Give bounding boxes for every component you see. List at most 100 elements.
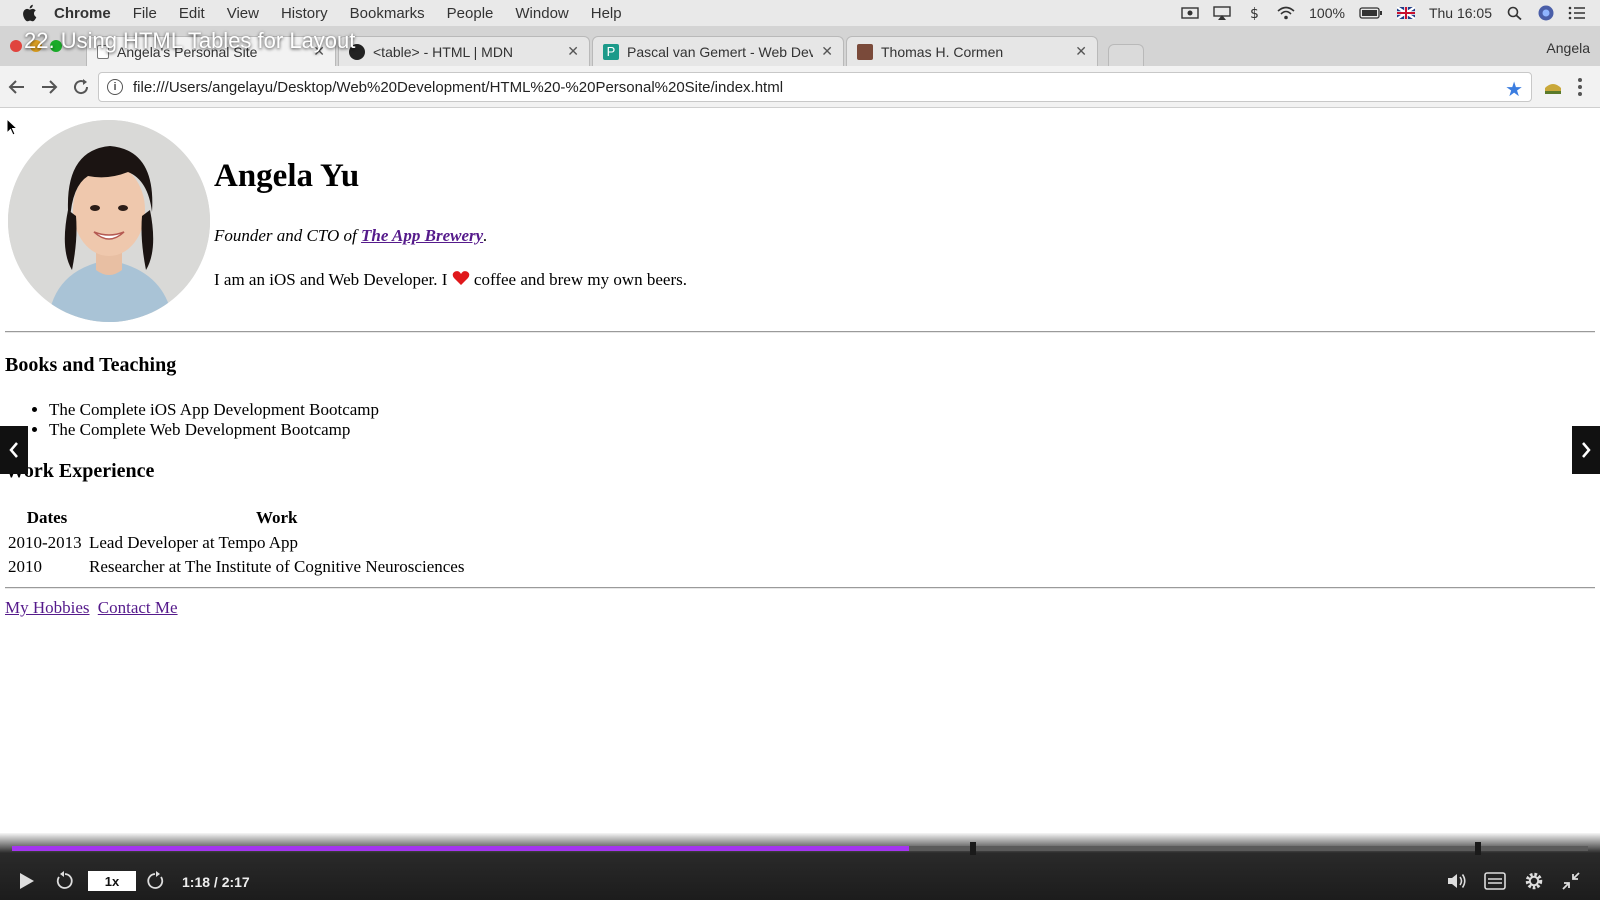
horizontal-rule bbox=[5, 331, 1595, 333]
tab-mdn-table[interactable]: <table> - HTML | MDN ✕ bbox=[338, 36, 590, 66]
video-progress-fill bbox=[12, 846, 909, 851]
dollar-icon[interactable]: $ bbox=[1245, 6, 1263, 20]
menu-bookmarks[interactable]: Bookmarks bbox=[350, 5, 425, 22]
previous-lecture-button[interactable] bbox=[0, 426, 28, 474]
gear-icon bbox=[1525, 872, 1543, 890]
bio-before: I am an iOS and Web Developer. I bbox=[214, 270, 452, 289]
volume-icon bbox=[1448, 874, 1466, 888]
play-button[interactable] bbox=[18, 871, 36, 891]
menu-people[interactable]: People bbox=[447, 5, 494, 22]
menu-history[interactable]: History bbox=[281, 5, 328, 22]
play-icon bbox=[20, 873, 34, 889]
my-hobbies-link[interactable]: My Hobbies bbox=[5, 598, 90, 617]
app-brewery-link[interactable]: The App Brewery bbox=[361, 226, 483, 245]
table-row: 2010-2013 Lead Developer at Tempo App bbox=[8, 532, 464, 554]
battery-percent: 100% bbox=[1309, 5, 1345, 21]
screen-record-icon[interactable] bbox=[1181, 6, 1199, 20]
work-table: Dates Work 2010-2013 Lead Developer at T… bbox=[5, 504, 467, 580]
menu-edit[interactable]: Edit bbox=[179, 5, 205, 22]
menu-view[interactable]: View bbox=[227, 5, 259, 22]
chapter-marker[interactable] bbox=[1474, 842, 1481, 855]
chevron-right-icon bbox=[1582, 442, 1591, 458]
table-cell: 2010-2013 bbox=[8, 533, 82, 552]
rewind-5s-button[interactable] bbox=[54, 870, 76, 892]
close-tab-icon[interactable]: ✕ bbox=[1075, 43, 1087, 60]
menu-file[interactable]: File bbox=[133, 5, 157, 22]
tab-pascal-van-gemert[interactable]: P Pascal van Gemert - Web Deve ✕ bbox=[592, 36, 844, 66]
wifi-icon[interactable] bbox=[1277, 6, 1295, 20]
chrome-profile-name[interactable]: Angela bbox=[1546, 40, 1590, 56]
back-button[interactable] bbox=[2, 72, 32, 102]
extension-icon[interactable] bbox=[1543, 78, 1563, 96]
apple-icon[interactable] bbox=[18, 4, 40, 22]
reload-button[interactable] bbox=[66, 72, 96, 102]
table-row: 2010 Researcher at The Institute of Cogn… bbox=[8, 556, 464, 578]
table-header-dates: Dates bbox=[26, 508, 68, 527]
heart-icon bbox=[452, 271, 469, 285]
tagline-prefix: Founder and CTO of bbox=[214, 226, 362, 245]
captions-button[interactable] bbox=[1484, 872, 1506, 890]
exit-fullscreen-icon bbox=[1562, 872, 1580, 890]
tagline-suffix: . bbox=[483, 226, 488, 245]
next-lecture-button[interactable] bbox=[1572, 426, 1600, 474]
list-item: The Complete Web Development Bootcamp bbox=[49, 420, 379, 440]
info-icon[interactable]: i bbox=[107, 79, 123, 95]
url-text[interactable]: file:///Users/angelayu/Desktop/Web%20Dev… bbox=[133, 79, 783, 96]
airplay-icon[interactable] bbox=[1213, 6, 1231, 20]
uk-flag-icon[interactable] bbox=[1396, 7, 1415, 19]
portrait-icon bbox=[857, 43, 873, 60]
table-cell: 2010 bbox=[8, 557, 42, 576]
list-item: The Complete iOS App Development Bootcam… bbox=[49, 400, 379, 420]
video-time-display: 1:18 / 2:17 bbox=[182, 874, 250, 890]
table-cell: Researcher at The Institute of Cognitive… bbox=[89, 557, 465, 576]
menu-window[interactable]: Window bbox=[515, 5, 568, 22]
chrome-menu-icon[interactable] bbox=[1576, 76, 1584, 98]
close-window-button[interactable] bbox=[10, 40, 22, 52]
volume-button[interactable] bbox=[1446, 871, 1468, 891]
tab-label: <table> - HTML | MDN bbox=[373, 43, 514, 60]
arrow-right-icon bbox=[42, 79, 58, 94]
web-page-content: Angela Yu Founder and CTO of The App Bre… bbox=[0, 108, 1600, 833]
siri-icon[interactable] bbox=[1538, 5, 1554, 21]
forward-button[interactable] bbox=[34, 72, 64, 102]
reload-icon bbox=[74, 78, 89, 94]
browser-toolbar: i file:///Users/angelayu/Desktop/Web%20D… bbox=[0, 66, 1600, 108]
chapter-marker[interactable] bbox=[970, 842, 977, 855]
captions-icon bbox=[1484, 872, 1506, 890]
p-icon: P bbox=[603, 43, 619, 60]
notification-center-icon[interactable] bbox=[1568, 6, 1586, 20]
close-tab-icon[interactable]: ✕ bbox=[567, 43, 579, 60]
books-list: The Complete iOS App Development Bootcam… bbox=[49, 400, 379, 440]
settings-button[interactable] bbox=[1523, 870, 1545, 892]
menu-app-name[interactable]: Chrome bbox=[54, 5, 111, 22]
books-heading: Books and Teaching bbox=[5, 354, 177, 376]
tab-label: Pascal van Gemert - Web Deve bbox=[627, 43, 814, 60]
profile-photo bbox=[8, 120, 210, 322]
video-progress-bar[interactable] bbox=[12, 846, 1588, 851]
bio-after: coffee and brew my own beers. bbox=[469, 270, 687, 289]
playback-speed-button[interactable]: 1x bbox=[88, 871, 136, 891]
tab-thomas-cormen[interactable]: Thomas H. Cormen ✕ bbox=[846, 36, 1098, 66]
forward-5s-button[interactable] bbox=[144, 870, 166, 892]
address-bar[interactable]: i file:///Users/angelayu/Desktop/Web%20D… bbox=[98, 72, 1532, 102]
table-header-work: Work bbox=[255, 508, 298, 527]
video-player-controls: 1x 1:18 / 2:17 bbox=[0, 833, 1600, 900]
horizontal-rule bbox=[5, 587, 1595, 589]
close-tab-icon[interactable]: ✕ bbox=[821, 43, 833, 60]
arrow-left-icon bbox=[8, 79, 24, 94]
menu-help[interactable]: Help bbox=[591, 5, 622, 22]
exit-fullscreen-button[interactable] bbox=[1561, 871, 1581, 891]
tagline: Founder and CTO of The App Brewery. bbox=[214, 226, 487, 246]
bio: I am an iOS and Web Developer. I coffee … bbox=[214, 270, 687, 290]
table-header-row: Dates Work bbox=[8, 506, 464, 530]
page-heading-name: Angela Yu bbox=[214, 158, 360, 194]
new-tab-button[interactable] bbox=[1108, 44, 1144, 66]
contact-me-link[interactable]: Contact Me bbox=[98, 598, 178, 617]
svg-text:$: $ bbox=[1250, 6, 1259, 20]
spotlight-search-icon[interactable] bbox=[1506, 6, 1524, 20]
battery-icon[interactable] bbox=[1359, 6, 1383, 20]
macos-menu-bar: Chrome File Edit View History Bookmarks … bbox=[0, 0, 1600, 26]
bookmark-star-icon[interactable]: ★ bbox=[1505, 77, 1523, 102]
tab-label: Thomas H. Cormen bbox=[881, 43, 1004, 60]
menubar-clock[interactable]: Thu 16:05 bbox=[1429, 5, 1492, 21]
